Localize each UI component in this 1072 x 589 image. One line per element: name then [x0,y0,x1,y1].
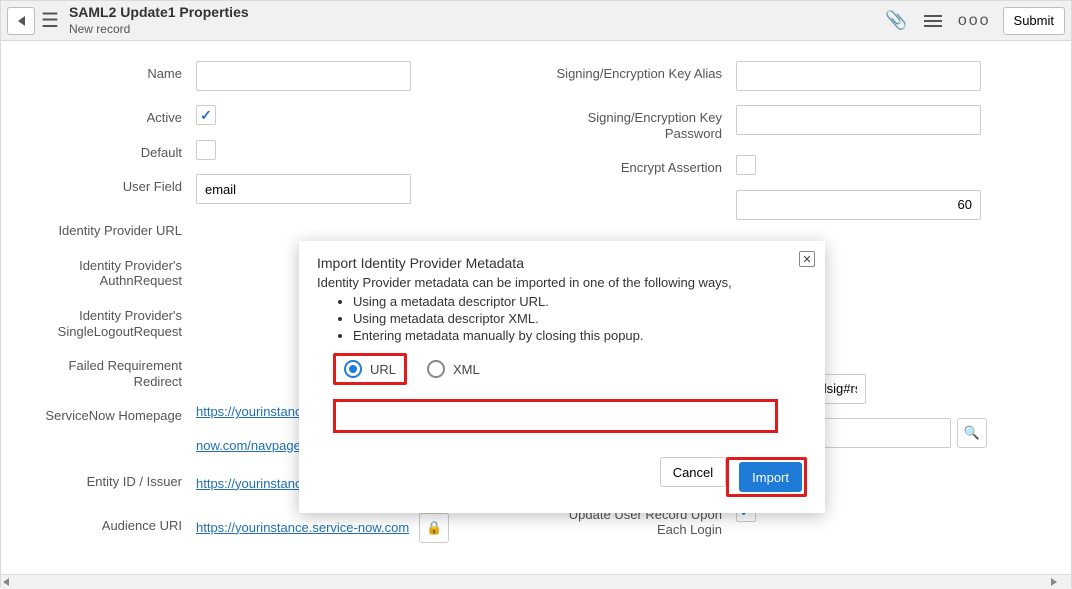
dialog-options-list: Using a metadata descriptor URL. Using m… [353,294,807,343]
metadata-url-highlight [333,399,778,433]
menu-icon[interactable]: ☰ [41,11,59,31]
dialog-li: Using metadata descriptor XML. [353,311,807,326]
horizontal-scrollbar[interactable] [1,574,1071,589]
clock-skew-field[interactable] [736,190,981,220]
xml-radio[interactable] [427,360,445,378]
import-button[interactable]: Import [739,462,802,492]
back-button[interactable] [7,7,35,35]
import-button-highlight: Import [726,457,807,497]
dialog-li: Entering metadata manually by closing th… [353,328,807,343]
dialog-text: Identity Provider metadata can be import… [317,275,807,290]
key-alias-label: Signing/Encryption Key Alias [536,61,736,82]
dialog-li: Using a metadata descriptor URL. [353,294,807,309]
audience-uri-label: Audience URI [21,513,196,534]
title-wrap: SAML2 Update1 Properties New record [69,4,249,37]
active-label: Active [21,105,196,126]
audience-uri-link[interactable]: https://yourinstance.service-now.com [196,519,409,537]
more-icon[interactable]: ooo [958,12,991,30]
cancel-button[interactable]: Cancel [660,457,726,487]
user-field-label: User Field [21,174,196,195]
audience-lock-icon[interactable]: 🔒 [419,513,449,543]
header-bar: ☰ SAML2 Update1 Properties New record 📎 … [1,1,1071,41]
active-checkbox[interactable] [196,105,216,125]
dialog-title: Import Identity Provider Metadata [317,255,807,271]
idp-url-label: Identity Provider URL [21,218,196,239]
key-pw-label: Signing/Encryption Key Password [536,105,736,141]
attachment-icon[interactable]: 📎 [885,10,907,31]
chevron-left-icon [18,16,25,26]
default-checkbox[interactable] [196,140,216,160]
radio-row: URL XML [333,353,807,385]
clock-skew-label [536,190,736,195]
default-label: Default [21,140,196,161]
key-alias-field[interactable] [736,61,981,91]
close-icon[interactable]: ✕ [799,251,815,267]
search-icon[interactable]: 🔍 [957,418,987,448]
key-pw-field[interactable] [736,105,981,135]
failed-redirect-label: Failed Requirement Redirect [21,353,196,389]
user-field-input[interactable] [196,174,411,204]
form-area: Name Active Default User Field Identity … [1,41,1071,589]
homepage-label: ServiceNow Homepage [21,403,196,424]
idp-authn-label: Identity Provider's AuthnRequest [21,253,196,289]
page-title: SAML2 Update1 Properties [69,4,249,22]
idp-slo-label: Identity Provider's SingleLogoutRequest [21,303,196,339]
url-option-highlight: URL [333,353,407,385]
settings-icon[interactable] [924,12,942,30]
name-label: Name [21,61,196,82]
xml-radio-label: XML [453,362,480,377]
entity-id-label: Entity ID / Issuer [21,469,196,490]
name-field[interactable] [196,61,411,91]
submit-button[interactable]: Submit [1003,7,1065,35]
encrypt-assertion-checkbox[interactable] [736,155,756,175]
metadata-url-input[interactable] [336,402,775,430]
url-radio[interactable] [344,360,362,378]
import-metadata-dialog: ✕ Import Identity Provider Metadata Iden… [299,241,825,513]
encrypt-assertion-label: Encrypt Assertion [536,155,736,176]
url-radio-label: URL [370,362,396,377]
page-subtitle: New record [69,22,249,37]
